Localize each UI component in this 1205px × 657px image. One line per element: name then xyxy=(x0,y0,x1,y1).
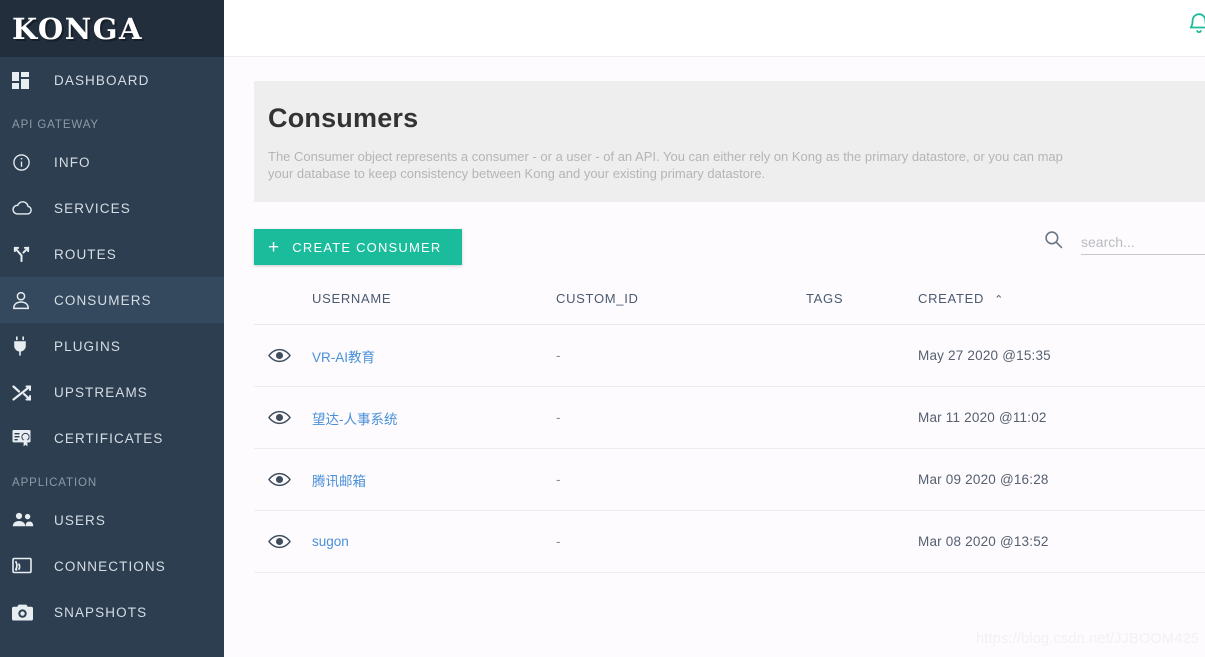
search-icon[interactable] xyxy=(1044,230,1063,254)
column-header-tags[interactable]: TAGS xyxy=(806,291,918,325)
eye-icon[interactable] xyxy=(268,410,312,425)
routes-fork-icon xyxy=(12,245,44,264)
cell-created: Mar 11 2020 @11:02 xyxy=(918,386,1205,449)
cell-created: May 27 2020 @15:35 xyxy=(918,324,1205,387)
table-body: VR-AI教育 - May 27 2020 @15:35 望达-人事系统 - M… xyxy=(254,324,1205,573)
brand-header: KONGA xyxy=(0,0,224,57)
sidebar-item-snapshots[interactable]: SNAPSHOTS xyxy=(0,589,224,635)
view-consumer-cell[interactable] xyxy=(254,510,312,573)
table-row[interactable]: sugon - Mar 08 2020 @13:52 xyxy=(254,510,1205,573)
column-header-username[interactable]: USERNAME xyxy=(312,291,556,325)
cell-username: 望达-人事系统 xyxy=(312,386,556,449)
page-content: Consumers The Consumer object represents… xyxy=(224,57,1205,657)
sidebar-item-info[interactable]: INFO xyxy=(0,139,224,185)
sidebar: KONGA DASHBOARD API GATEWAY INFO SERVICE… xyxy=(0,0,224,657)
sidebar-item-routes[interactable]: ROUTES xyxy=(0,231,224,277)
create-consumer-button[interactable]: + CREATE CONSUMER xyxy=(254,229,462,265)
camera-icon xyxy=(12,604,44,621)
bell-icon[interactable] xyxy=(1187,12,1205,43)
sidebar-section-application: APPLICATION xyxy=(12,477,98,489)
sidebar-item-certificates[interactable]: CERTIFICATES xyxy=(0,415,224,461)
info-circle-icon xyxy=(12,153,44,172)
page-description: The Consumer object represents a consume… xyxy=(268,149,1063,181)
shuffle-icon xyxy=(12,383,44,402)
sidebar-item-label: ROUTES xyxy=(54,246,117,262)
sidebar-item-services[interactable]: SERVICES xyxy=(0,185,224,231)
sidebar-item-label: INFO xyxy=(54,154,91,170)
cell-tags xyxy=(806,386,918,449)
cell-created: Mar 08 2020 @13:52 xyxy=(918,510,1205,573)
sidebar-item-consumers[interactable]: CONSUMERS xyxy=(0,277,224,323)
app-root: KONGA DASHBOARD API GATEWAY INFO SERVICE… xyxy=(0,0,1205,657)
cell-custom-id: - xyxy=(556,386,806,449)
consumers-table-wrap: USERNAME CUSTOM_ID TAGS CREATED ⌃ VR-AI教… xyxy=(254,291,1205,573)
table-row[interactable]: VR-AI教育 - May 27 2020 @15:35 xyxy=(254,324,1205,387)
sidebar-item-label: USERS xyxy=(54,512,107,528)
cell-username: sugon xyxy=(312,510,556,573)
cell-created: Mar 09 2020 @16:28 xyxy=(918,448,1205,511)
cell-username: VR-AI教育 xyxy=(312,324,556,387)
sidebar-item-label: CERTIFICATES xyxy=(54,430,164,446)
table-header-row: USERNAME CUSTOM_ID TAGS CREATED ⌃ xyxy=(254,291,1205,325)
sidebar-item-label: CONSUMERS xyxy=(54,292,152,308)
cloud-icon xyxy=(12,200,44,216)
connection-cast-icon xyxy=(12,557,44,575)
table-head: USERNAME CUSTOM_ID TAGS CREATED ⌃ xyxy=(254,291,1205,325)
sort-ascending-caret-icon: ⌃ xyxy=(994,294,1004,306)
column-header-actions xyxy=(254,291,312,325)
konga-logo: KONGA xyxy=(12,11,143,46)
table-row[interactable]: 望达-人事系统 - Mar 11 2020 @11:02 xyxy=(254,386,1205,449)
view-consumer-cell[interactable] xyxy=(254,448,312,511)
plus-icon: + xyxy=(268,236,281,258)
users-group-icon xyxy=(12,512,44,528)
consumer-username-link[interactable]: 腾讯邮箱 xyxy=(312,474,366,489)
sidebar-item-label: UPSTREAMS xyxy=(54,384,148,400)
page-title: Consumers xyxy=(268,103,419,133)
top-bar xyxy=(224,0,1205,57)
sidebar-section-api-gateway: API GATEWAY xyxy=(12,119,100,131)
sidebar-item-label: PLUGINS xyxy=(54,338,121,354)
certificate-icon xyxy=(12,429,44,448)
sidebar-item-upstreams[interactable]: UPSTREAMS xyxy=(0,369,224,415)
view-consumer-cell[interactable] xyxy=(254,386,312,449)
consumer-username-link[interactable]: 望达-人事系统 xyxy=(312,412,398,427)
cell-tags xyxy=(806,324,918,387)
cell-tags xyxy=(806,510,918,573)
eye-icon[interactable] xyxy=(268,348,312,363)
consumer-username-link[interactable]: VR-AI教育 xyxy=(312,350,375,365)
search-box xyxy=(1044,229,1205,255)
sidebar-nav: DASHBOARD API GATEWAY INFO SERVICES ROUT… xyxy=(0,57,224,657)
consumer-username-link[interactable]: sugon xyxy=(312,534,349,549)
create-consumer-label: CREATE CONSUMER xyxy=(292,239,442,255)
consumers-table: USERNAME CUSTOM_ID TAGS CREATED ⌃ VR-AI教… xyxy=(254,291,1205,573)
sidebar-item-label: SERVICES xyxy=(54,200,131,216)
sidebar-item-plugins[interactable]: PLUGINS xyxy=(0,323,224,369)
cell-tags xyxy=(806,448,918,511)
column-header-custom-id[interactable]: CUSTOM_ID xyxy=(556,291,806,325)
dashboard-grid-icon xyxy=(12,71,44,89)
cell-custom-id: - xyxy=(556,510,806,573)
search-input[interactable] xyxy=(1081,229,1205,255)
page-banner: Consumers The Consumer object represents… xyxy=(254,81,1205,202)
toolbar: + CREATE CONSUMER xyxy=(254,229,1205,265)
cell-custom-id: - xyxy=(556,324,806,387)
plug-icon xyxy=(12,336,44,356)
sidebar-item-connections[interactable]: CONNECTIONS xyxy=(0,543,224,589)
sidebar-item-dashboard[interactable]: DASHBOARD xyxy=(0,57,224,103)
cell-custom-id: - xyxy=(556,448,806,511)
eye-icon[interactable] xyxy=(268,472,312,487)
user-icon xyxy=(12,291,44,310)
column-header-created[interactable]: CREATED ⌃ xyxy=(918,291,1205,325)
cell-username: 腾讯邮箱 xyxy=(312,448,556,511)
table-row[interactable]: 腾讯邮箱 - Mar 09 2020 @16:28 xyxy=(254,448,1205,511)
column-header-created-label: CREATED xyxy=(918,291,985,306)
eye-icon[interactable] xyxy=(268,534,312,549)
sidebar-item-label: SNAPSHOTS xyxy=(54,604,148,620)
main-area: Consumers The Consumer object represents… xyxy=(224,0,1205,657)
view-consumer-cell[interactable] xyxy=(254,324,312,387)
sidebar-item-label: CONNECTIONS xyxy=(54,558,166,574)
sidebar-item-label: DASHBOARD xyxy=(54,72,150,88)
sidebar-item-users[interactable]: USERS xyxy=(0,497,224,543)
